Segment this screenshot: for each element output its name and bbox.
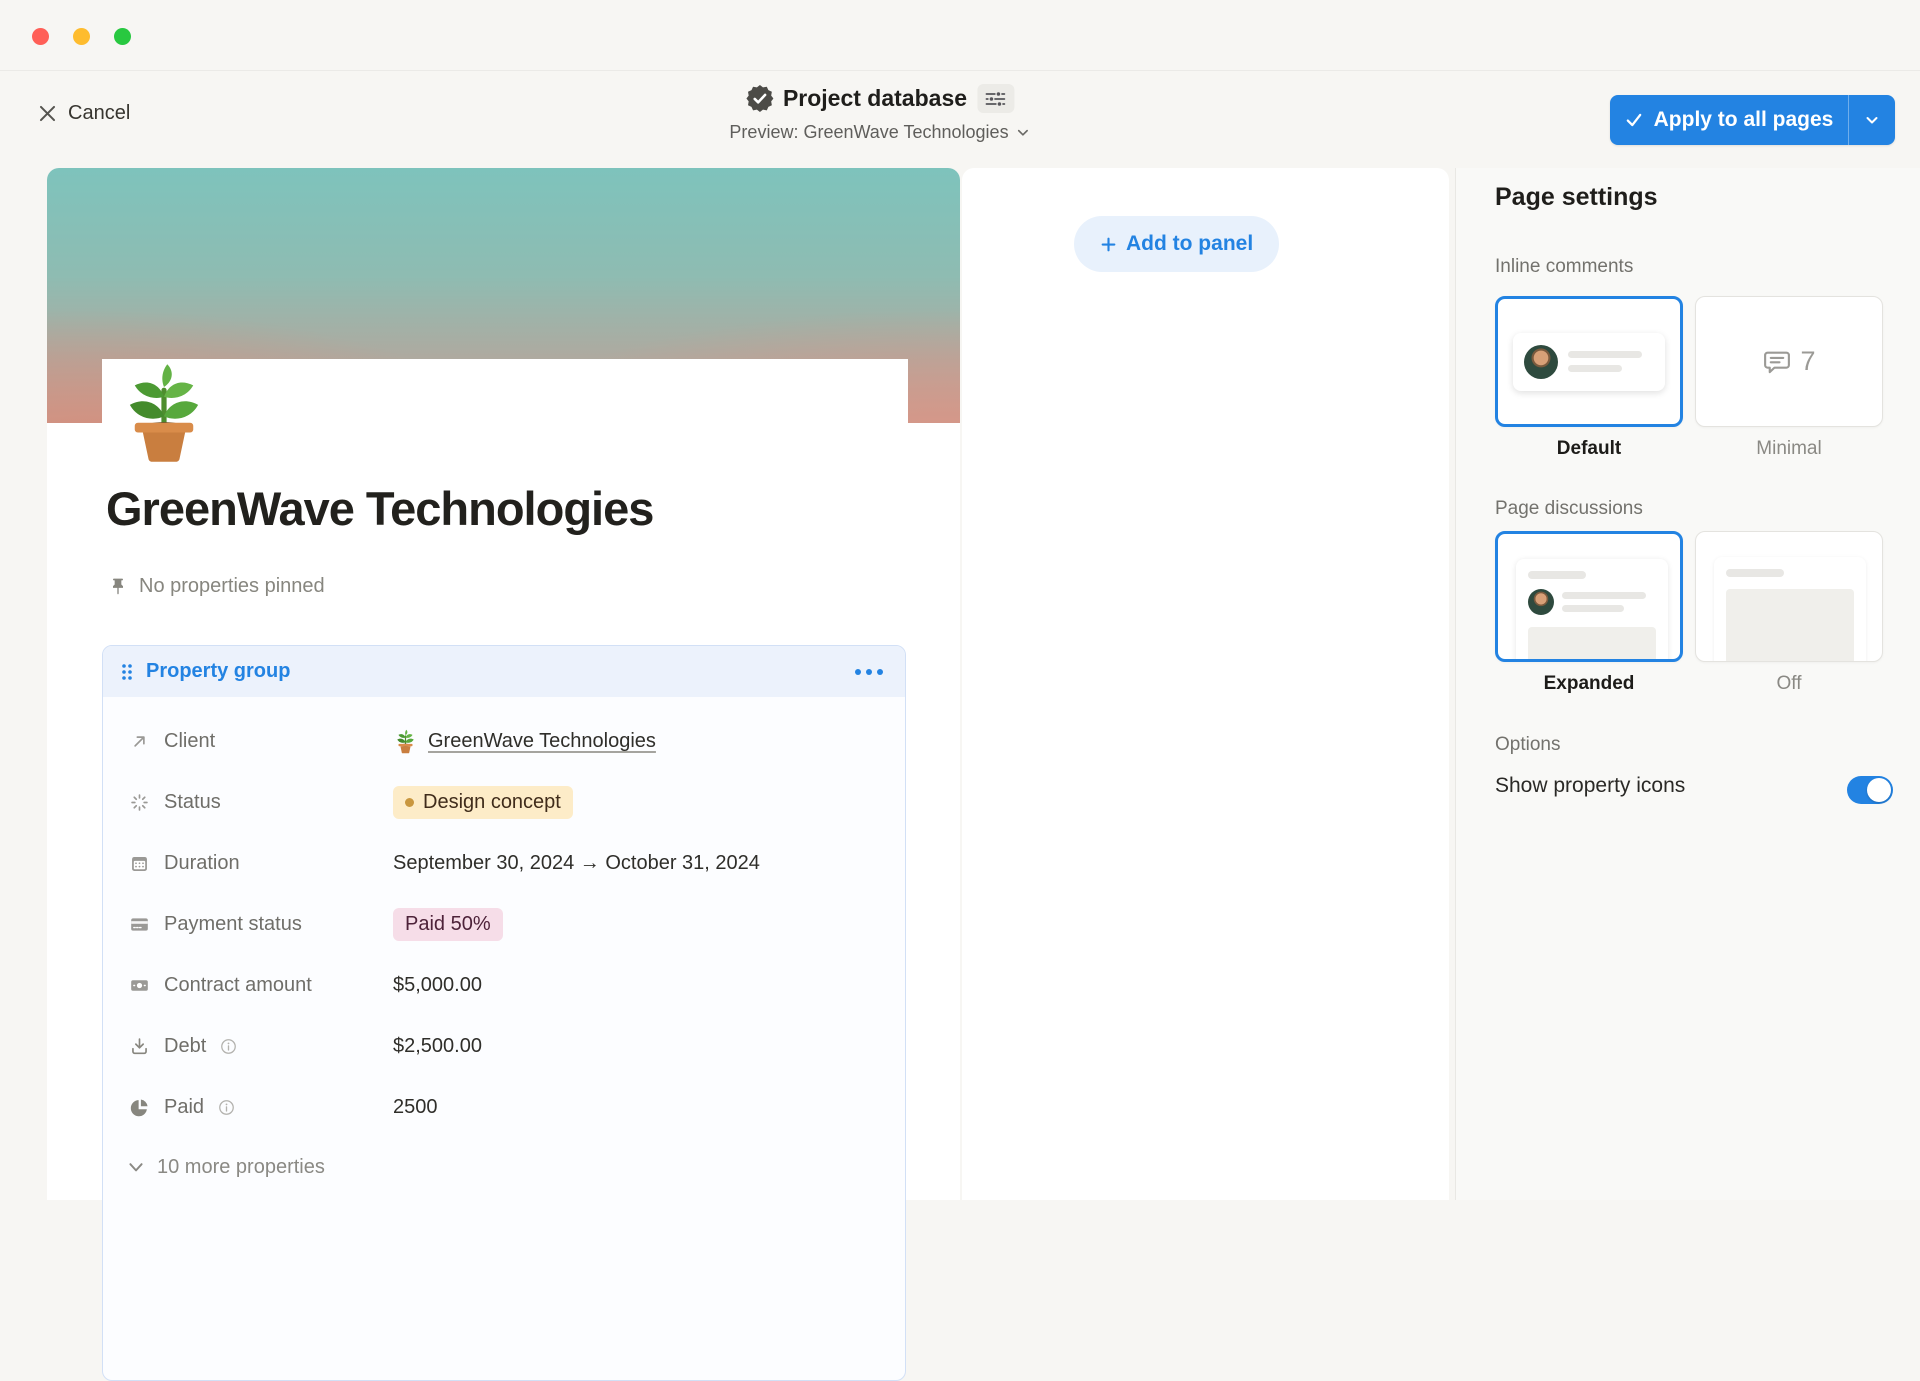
payment-status-tag[interactable]: Paid 50%: [393, 908, 503, 941]
pinned-properties-note: No properties pinned: [108, 575, 325, 598]
page-content: GreenWave Technologies No properties pin…: [102, 359, 908, 1200]
pin-icon: [108, 577, 128, 597]
chevron-down-icon: [1016, 125, 1031, 140]
property-rows: Client GreenWave Technologies: [103, 697, 905, 1196]
credit-card-icon: [127, 913, 151, 937]
preview-label: Preview: GreenWave Technologies: [729, 122, 1008, 143]
tag-dot: [405, 798, 414, 807]
client-relation-link[interactable]: GreenWave Technologies: [428, 730, 656, 753]
show-property-icons-label: Show property icons: [1495, 774, 1685, 798]
apply-to-all-pages-button[interactable]: Apply to all pages: [1610, 95, 1849, 145]
info-icon[interactable]: [219, 1037, 238, 1056]
property-row-paid[interactable]: Paid 2500: [127, 1077, 881, 1138]
chevron-down-icon: [1864, 112, 1880, 128]
off-mock: [1714, 557, 1866, 662]
property-group-header[interactable]: Property group: [103, 646, 905, 697]
page-icon-potted-plant[interactable]: [112, 361, 216, 465]
more-properties-toggle[interactable]: 10 more properties: [127, 1138, 881, 1196]
arrow-up-right-icon: [127, 730, 151, 754]
discussions-off-option[interactable]: [1695, 531, 1883, 662]
property-row-payment-status[interactable]: Payment status Paid 50%: [127, 894, 881, 955]
layout-settings-button[interactable]: [977, 84, 1014, 113]
expanded-option-label: Expanded: [1495, 673, 1683, 695]
chevron-down-icon: [127, 1158, 145, 1176]
inline-comments-minimal-option[interactable]: 7: [1695, 296, 1883, 427]
cancel-button[interactable]: Cancel: [38, 102, 130, 125]
drag-handle-icon[interactable]: [121, 663, 133, 681]
add-to-panel-button[interactable]: Add to panel: [1074, 216, 1279, 272]
minimize-window-button[interactable]: [73, 28, 90, 45]
expanded-mock: [1516, 559, 1668, 662]
window-titlebar: [0, 0, 1920, 71]
page-settings-title: Page settings: [1495, 183, 1658, 212]
page-database-title: Project database: [783, 85, 967, 112]
page-preview: GreenWave Technologies No properties pin…: [47, 168, 960, 1200]
avatar: [1524, 345, 1558, 379]
property-group-title: Property group: [146, 660, 290, 683]
download-icon: [127, 1035, 151, 1059]
apply-label: Apply to all pages: [1654, 108, 1834, 132]
preview-selector[interactable]: Preview: GreenWave Technologies: [729, 122, 1030, 143]
minimal-option-label: Minimal: [1695, 438, 1883, 460]
avatar: [1528, 589, 1554, 615]
cancel-label: Cancel: [68, 102, 130, 125]
zoom-window-button[interactable]: [114, 28, 131, 45]
comment-bubble-icon: [1762, 347, 1792, 377]
calendar-icon: [127, 852, 151, 876]
status-icon: [127, 791, 151, 815]
comment-mock: [1513, 333, 1665, 391]
inline-comments-default-option[interactable]: [1495, 296, 1683, 427]
preview-side-panel: Add to panel: [962, 168, 1449, 1200]
property-group-card: Property group Client GreenWave Technolo…: [102, 645, 906, 1381]
minimal-mock: 7: [1696, 297, 1882, 426]
toggle-knob: [1867, 778, 1891, 802]
page-discussions-label: Page discussions: [1495, 498, 1643, 520]
pie-chart-icon: [127, 1096, 151, 1120]
page-settings-sidebar: Page settings Inline comments 7 Default …: [1455, 168, 1920, 1200]
banknote-icon: [127, 974, 151, 998]
sliders-icon: [985, 90, 1007, 108]
property-row-client[interactable]: Client GreenWave Technologies: [127, 711, 881, 772]
close-window-button[interactable]: [32, 28, 49, 45]
apply-split-button: Apply to all pages: [1610, 95, 1895, 145]
comment-count: 7: [1800, 346, 1815, 377]
discussions-expanded-option[interactable]: [1495, 531, 1683, 662]
property-row-status[interactable]: Status Design concept: [127, 772, 881, 833]
status-tag[interactable]: Design concept: [393, 786, 573, 819]
close-icon: [38, 104, 57, 123]
page-title: GreenWave Technologies: [106, 481, 653, 536]
apply-options-dropdown-button[interactable]: [1849, 95, 1895, 145]
off-option-label: Off: [1695, 673, 1883, 695]
property-row-duration[interactable]: Duration September 30, 2024 → October 31…: [127, 833, 881, 894]
property-row-contract-amount[interactable]: Contract amount $5,000.00: [127, 955, 881, 1016]
default-option-label: Default: [1495, 438, 1683, 460]
potted-plant-emoji: [393, 729, 418, 754]
property-row-debt[interactable]: Debt $2,500.00: [127, 1016, 881, 1077]
info-icon[interactable]: [217, 1098, 236, 1117]
inline-comments-label: Inline comments: [1495, 256, 1633, 278]
show-property-icons-toggle[interactable]: [1847, 776, 1893, 804]
more-options-icon[interactable]: [851, 665, 887, 679]
options-label: Options: [1495, 734, 1560, 756]
verified-badge-icon: [746, 85, 773, 112]
header-center: Project database Preview: GreenWave Tech…: [729, 84, 1030, 143]
plus-icon: [1100, 236, 1117, 253]
checkmark-icon: [1625, 111, 1643, 129]
